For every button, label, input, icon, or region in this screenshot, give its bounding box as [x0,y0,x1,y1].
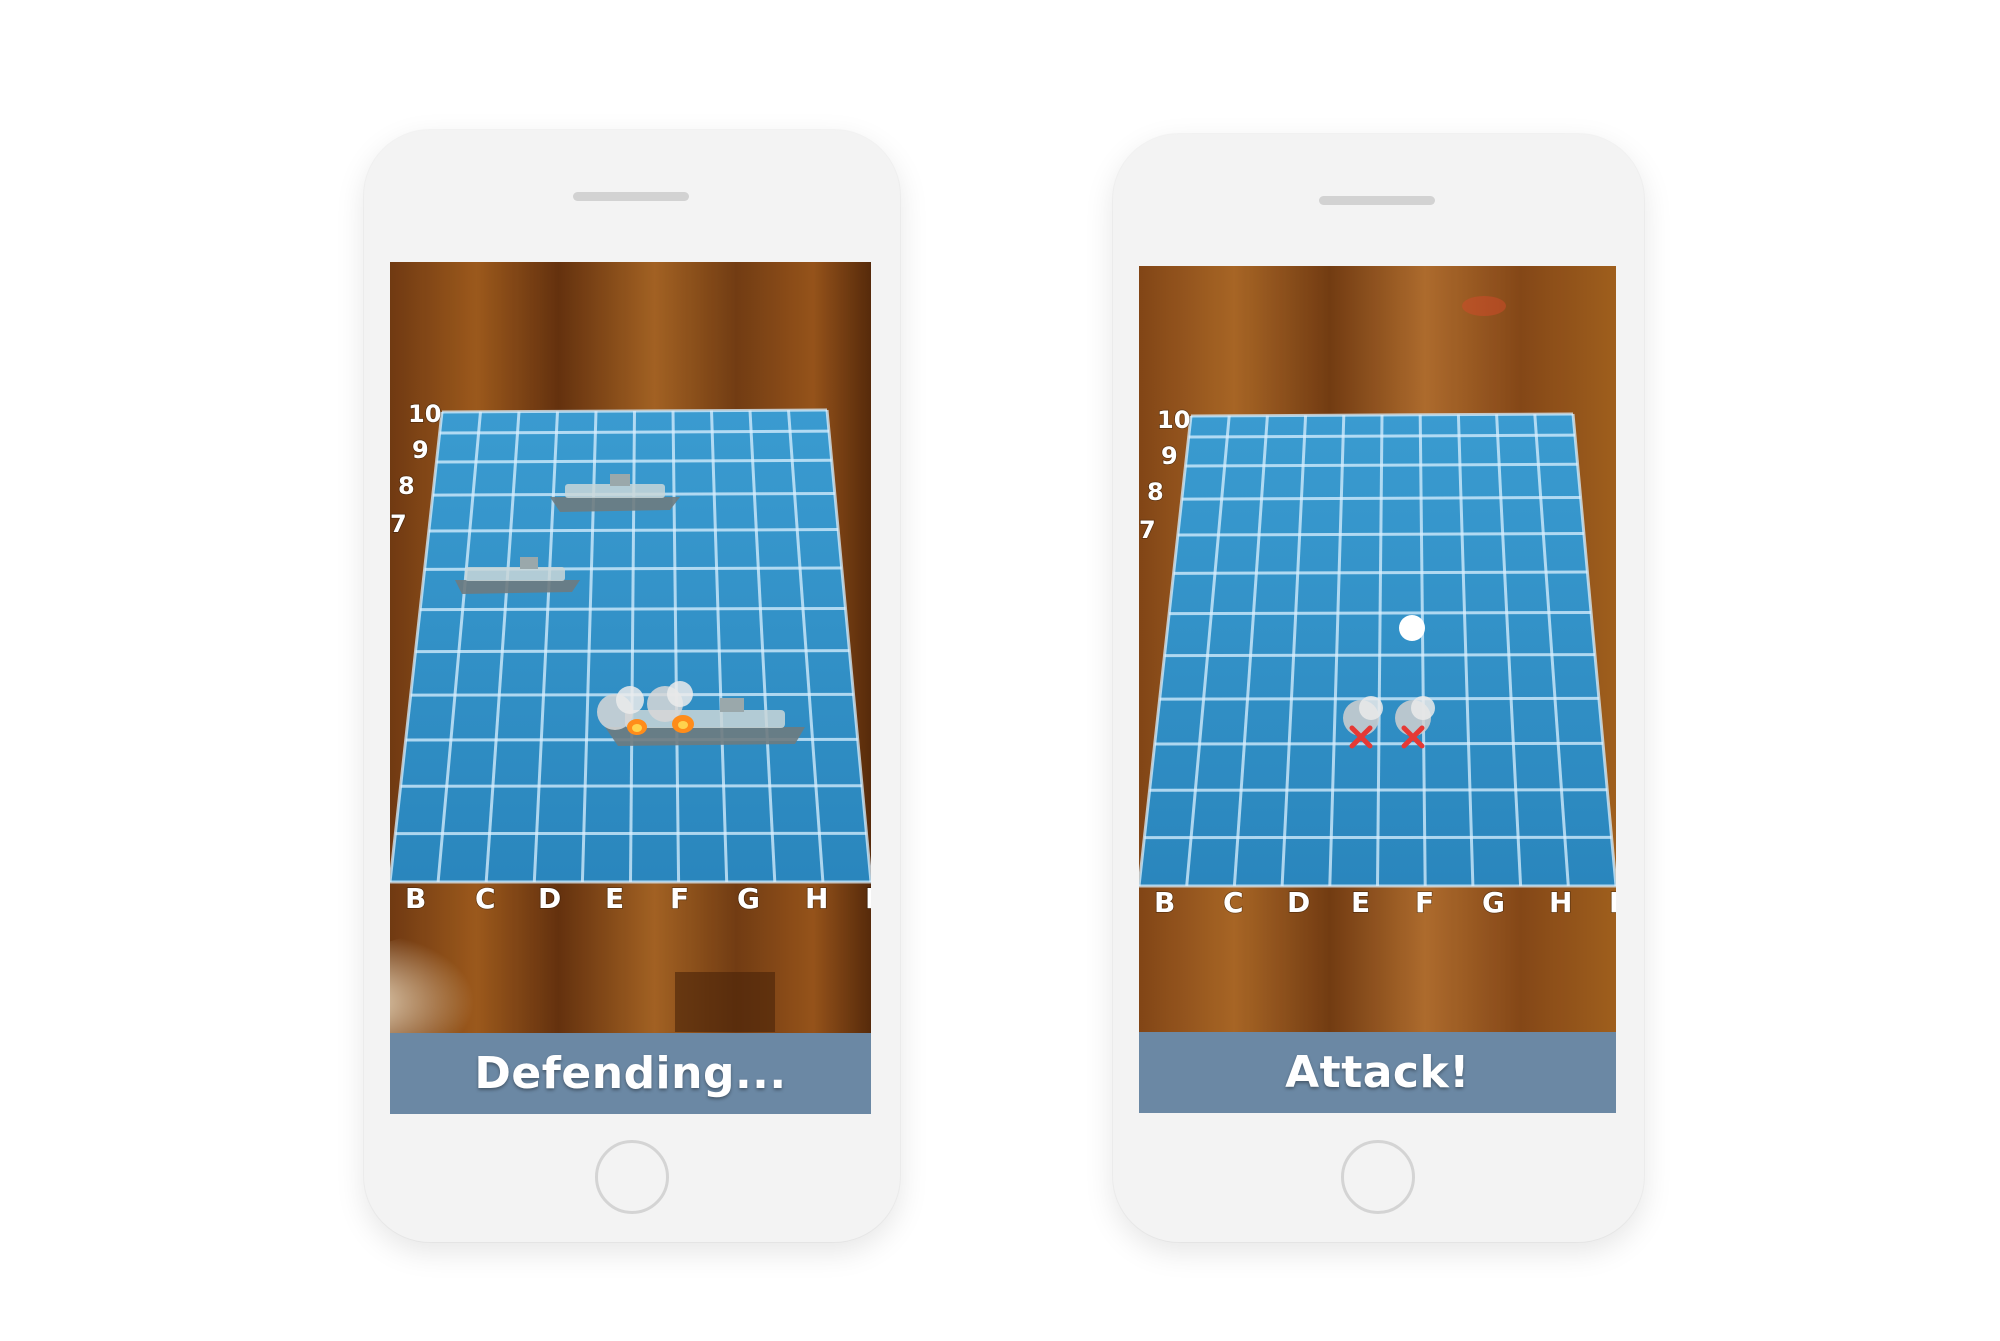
column-label: B [1154,886,1175,919]
grid-line [1169,610,1592,616]
game-screen-attack[interactable]: 10 9 8 7 B C D E F G H I Attack! [1139,266,1616,1113]
column-label: C [475,882,496,915]
row-label: 7 [390,510,407,538]
ar-scene: 10 9 8 7 B C D E F G H I [1139,266,1616,1113]
grid-line [439,429,829,435]
grid-line [420,606,846,612]
grid-line [1159,696,1599,701]
grid-line [415,649,850,654]
home-button-icon[interactable] [595,1140,669,1214]
column-label: G [1482,886,1505,919]
status-text: Attack! [1285,1047,1470,1098]
column-label: F [670,882,689,915]
ar-scene: 10 9 8 7 B C D E F G H I [390,262,871,1114]
grid-line [1164,653,1595,658]
row-label: 9 [412,436,429,464]
home-button-icon[interactable] [1341,1140,1415,1214]
column-label: B [405,882,426,915]
column-label: I [1609,886,1616,919]
grid-line [441,408,828,414]
grid-line [1177,532,1584,537]
column-label: H [1549,886,1572,919]
miss-marker-icon [1399,615,1425,641]
row-label: 8 [398,472,415,500]
column-label: E [1351,886,1370,919]
column-label: I [865,882,871,915]
column-label: C [1223,886,1244,919]
status-bar: Attack! [1139,1032,1616,1113]
grid-line [428,528,839,533]
grid-line [1185,462,1578,468]
game-screen-defending[interactable]: 10 9 8 7 B C D E F G H I Defending... [390,262,871,1114]
column-label: E [605,882,624,915]
grid-line [1181,495,1581,501]
phone-defending: 10 9 8 7 B C D E F G H I Defending... [364,130,900,1242]
column-label: F [1415,886,1434,919]
column-label: H [805,882,828,915]
column-label: G [737,882,760,915]
speaker-grille [1319,196,1435,205]
row-label: 10 [1157,406,1190,434]
grid-line [436,458,832,464]
speaker-grille [573,192,689,201]
phone-attack: 10 9 8 7 B C D E F G H I Attack! [1113,134,1644,1242]
row-label: 9 [1161,442,1178,470]
grid-line [1188,433,1575,439]
grid-line [1173,570,1588,575]
status-bar: Defending... [390,1033,871,1114]
grid-line [1154,741,1604,746]
column-label: D [538,882,561,915]
status-text: Defending... [474,1048,787,1099]
column-label: D [1287,886,1310,919]
row-label: 10 [408,400,441,428]
grid-line [1190,412,1574,418]
row-label: 7 [1139,516,1156,544]
row-label: 8 [1147,478,1164,506]
